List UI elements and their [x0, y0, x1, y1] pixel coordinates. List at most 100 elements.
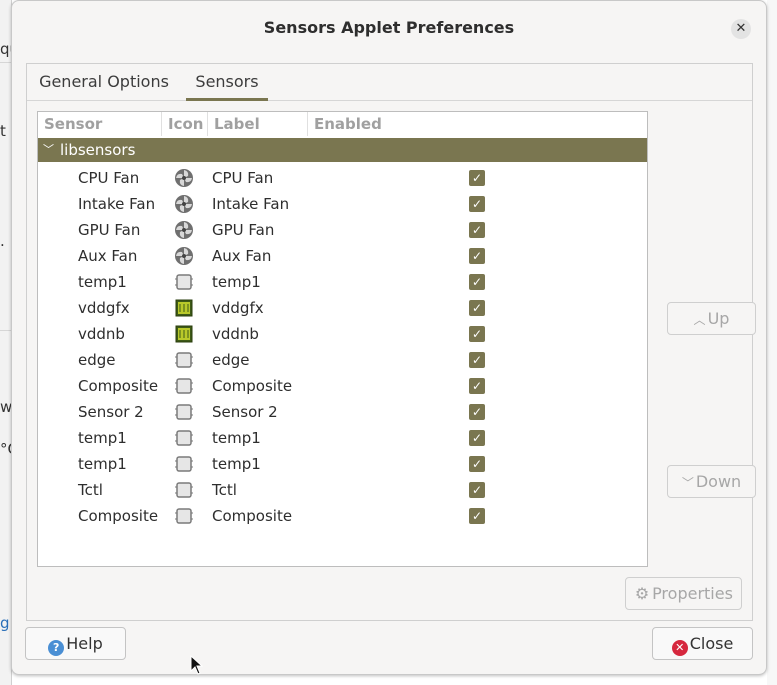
enabled-checkbox[interactable]: ✓ [469, 170, 485, 186]
fan-icon [173, 168, 195, 188]
properties-label: Properties [652, 584, 733, 603]
chip-icon [173, 350, 195, 370]
sensor-label[interactable]: temp1 [212, 425, 261, 451]
sensor-name: vddgfx [78, 299, 130, 317]
sensor-name: GPU Fan [78, 221, 141, 239]
table-row[interactable]: edge edge ✓ [38, 347, 647, 373]
enabled-checkbox[interactable]: ✓ [469, 300, 485, 316]
enabled-checkbox[interactable]: ✓ [469, 430, 485, 446]
enabled-checkbox[interactable]: ✓ [469, 482, 485, 498]
table-row[interactable]: temp1 temp1 ✓ [38, 425, 647, 451]
group-row-libsensors[interactable]: ﹀ libsensors [38, 138, 647, 162]
column-header-icon[interactable]: Icon [162, 112, 208, 136]
sensor-name: Composite [78, 507, 159, 525]
tab-general-options[interactable]: General Options [37, 64, 171, 101]
chip-icon [173, 480, 195, 500]
sensor-name: Tctl [78, 481, 103, 499]
tab-bar: General Options Sensors [27, 64, 752, 101]
chip-icon [173, 272, 195, 292]
fan-icon [173, 246, 195, 266]
table-row[interactable]: GPU Fan GPU Fan ✓ [38, 217, 647, 243]
column-header-enabled[interactable]: Enabled [308, 112, 648, 136]
help-icon: ? [48, 640, 65, 656]
close-icon: ✕ [735, 21, 747, 36]
table-row[interactable]: vddnb vddnb ✓ [38, 321, 647, 347]
help-button[interactable]: ? Help [25, 627, 126, 660]
chevron-up-icon: ︿ [693, 313, 706, 327]
chip-icon [173, 402, 195, 422]
dialog-title: Sensors Applet Preferences [263, 18, 515, 37]
enabled-checkbox[interactable]: ✓ [469, 378, 485, 394]
down-label: Down [695, 472, 742, 491]
chip-icon [173, 428, 195, 448]
enabled-checkbox[interactable]: ✓ [469, 222, 485, 238]
enabled-checkbox[interactable]: ✓ [469, 248, 485, 264]
enabled-checkbox[interactable]: ✓ [469, 456, 485, 472]
table-row[interactable]: CPU Fan CPU Fan ✓ [38, 165, 647, 191]
sensor-name: Intake Fan [78, 195, 156, 213]
window-close-button[interactable]: ✕ [731, 19, 751, 39]
enabled-checkbox[interactable]: ✓ [469, 274, 485, 290]
tab-sensors[interactable]: Sensors [186, 64, 268, 101]
fan-icon [173, 194, 195, 214]
chevron-down-icon: ﹀ [681, 476, 694, 490]
down-button[interactable]: ﹀ Down [667, 465, 756, 498]
table-row[interactable]: Sensor 2 Sensor 2 ✓ [38, 399, 647, 425]
enabled-checkbox[interactable]: ✓ [469, 508, 485, 524]
sensor-label[interactable]: Aux Fan [212, 243, 271, 269]
sensor-label[interactable]: Composite [212, 503, 292, 529]
up-label: Up [707, 309, 730, 328]
column-header-label[interactable]: Label [208, 112, 308, 136]
sensor-label[interactable]: vddgfx [212, 295, 264, 321]
sensor-label[interactable]: temp1 [212, 269, 261, 295]
voltage-icon [173, 298, 195, 318]
table-row[interactable]: Aux Fan Aux Fan ✓ [38, 243, 647, 269]
chip-icon [173, 376, 195, 396]
chevron-down-icon[interactable]: ﹀ [43, 138, 54, 162]
fan-icon [173, 220, 195, 240]
sensor-label[interactable]: Intake Fan [212, 191, 289, 217]
up-button[interactable]: ︿ Up [667, 302, 756, 335]
sensor-label[interactable]: Tctl [212, 477, 237, 503]
notebook: General Options Sensors Sensor Icon Labe… [26, 63, 756, 621]
table-row[interactable]: temp1 temp1 ✓ [38, 269, 647, 295]
sensor-name: edge [78, 351, 116, 369]
chip-icon [173, 506, 195, 526]
properties-button[interactable]: ⚙ Properties [625, 577, 742, 610]
mouse-cursor-icon [190, 655, 204, 675]
sensor-label[interactable]: CPU Fan [212, 165, 273, 191]
title-bar: Sensors Applet Preferences ✕ [12, 1, 766, 57]
sensor-name: temp1 [78, 429, 127, 447]
gear-icon: ⚙ [634, 584, 650, 603]
preferences-dialog: Sensors Applet Preferences ✕ General Opt… [11, 0, 767, 675]
table-row[interactable]: temp1 temp1 ✓ [38, 451, 647, 477]
background-window-right [767, 0, 777, 685]
sensor-name: CPU Fan [78, 169, 140, 187]
table-row[interactable]: Intake Fan Intake Fan ✓ [38, 191, 647, 217]
sensor-name: temp1 [78, 455, 127, 473]
chip-icon [173, 454, 195, 474]
voltage-icon [173, 324, 195, 344]
enabled-checkbox[interactable]: ✓ [469, 196, 485, 212]
close-button[interactable]: ✕ Close [652, 627, 753, 660]
help-label: Help [66, 634, 103, 653]
sensor-name: vddnb [78, 325, 125, 343]
sensor-name: temp1 [78, 273, 127, 291]
enabled-checkbox[interactable]: ✓ [469, 404, 485, 420]
sensor-label[interactable]: Sensor 2 [212, 399, 278, 425]
table-row[interactable]: vddgfx vddgfx ✓ [38, 295, 647, 321]
sensor-tree[interactable]: Sensor Icon Label Enabled ﹀ libsensors C… [37, 111, 648, 567]
sensor-label[interactable]: GPU Fan [212, 217, 274, 243]
enabled-checkbox[interactable]: ✓ [469, 352, 485, 368]
sensor-label[interactable]: Composite [212, 373, 292, 399]
table-row[interactable]: Composite Composite ✓ [38, 503, 647, 529]
sensor-name: Sensor 2 [78, 403, 144, 421]
enabled-checkbox[interactable]: ✓ [469, 326, 485, 342]
group-label: libsensors [60, 141, 136, 159]
sensor-label[interactable]: temp1 [212, 451, 261, 477]
column-header-sensor[interactable]: Sensor [38, 112, 162, 136]
sensor-label[interactable]: vddnb [212, 321, 259, 347]
sensor-label[interactable]: edge [212, 347, 250, 373]
table-row[interactable]: Composite Composite ✓ [38, 373, 647, 399]
table-row[interactable]: Tctl Tctl ✓ [38, 477, 647, 503]
